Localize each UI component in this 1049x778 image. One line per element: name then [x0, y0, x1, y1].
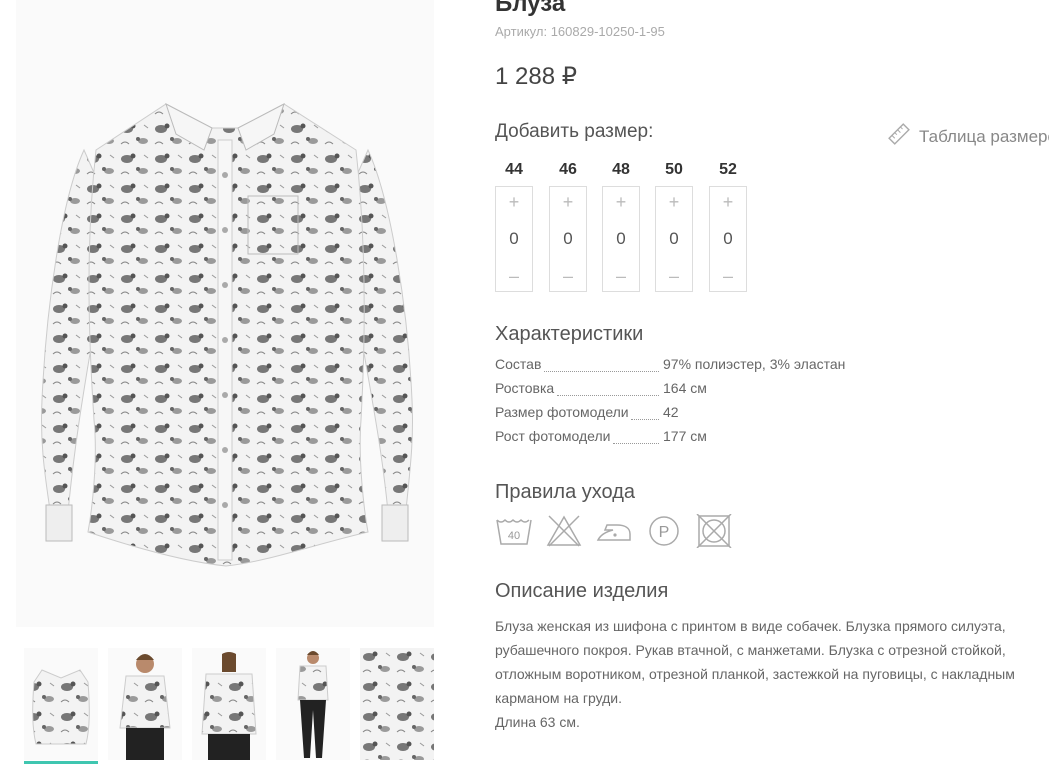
increment-button[interactable]: + — [563, 187, 574, 217]
wash-temperature: 40 — [508, 530, 520, 542]
add-size-heading: Добавить размер: — [495, 121, 654, 142]
characteristics-heading: Характеристики — [495, 323, 644, 345]
size-table-link[interactable]: Таблица размеров — [887, 122, 1049, 151]
increment-button[interactable]: + — [616, 187, 627, 217]
quantity-stepper: + 0 – — [655, 186, 693, 292]
product-sku: Артикул: 160829-10250-1-95 — [495, 24, 665, 39]
decrement-button[interactable]: – — [509, 261, 519, 291]
spec-label: Размер фотомодели — [495, 404, 631, 420]
quantity-value[interactable]: 0 — [723, 229, 732, 249]
thumbnail-4[interactable] — [276, 648, 350, 760]
increment-button[interactable]: + — [723, 187, 734, 217]
spec-row: Размер фотомодели 42 — [495, 404, 915, 428]
no-tumble-dry-icon — [695, 513, 733, 549]
size-column-50: 50 + 0 – — [655, 158, 693, 292]
size-label: 52 — [719, 161, 737, 178]
no-bleach-icon — [545, 514, 583, 548]
product-description: Блуза женская из шифона с принтом в виде… — [495, 614, 1040, 734]
decrement-button[interactable]: – — [616, 261, 626, 291]
spec-label: Состав — [495, 356, 544, 372]
quantity-stepper: + 0 – — [495, 186, 533, 292]
product-price: 1 288 ₽ — [495, 63, 577, 90]
ruler-icon — [887, 122, 911, 151]
dry-clean-p-icon: P — [645, 514, 683, 548]
dry-clean-letter: P — [659, 524, 670, 541]
spec-label: Ростовка — [495, 380, 557, 396]
increment-button[interactable]: + — [509, 187, 520, 217]
care-heading: Правила ухода — [495, 481, 636, 503]
thumbnail-5[interactable] — [360, 648, 434, 760]
spec-value: 42 — [663, 404, 679, 420]
product-title: Блуза — [495, 0, 566, 17]
description-text: Блуза женская из шифона с принтом в виде… — [495, 618, 1015, 706]
spec-row: Состав 97% полиэстер, 3% эластан — [495, 356, 915, 380]
spec-value: 97% полиэстер, 3% эластан — [663, 356, 846, 372]
description-length: Длина 63 см. — [495, 714, 580, 730]
care-icons: 40 P — [495, 513, 733, 549]
quantity-stepper: + 0 – — [549, 186, 587, 292]
size-label: 44 — [505, 161, 523, 178]
size-label: 46 — [559, 161, 577, 178]
thumbnail-1[interactable] — [24, 648, 98, 760]
thumbnail-2[interactable] — [108, 648, 182, 760]
increment-button[interactable]: + — [669, 187, 680, 217]
size-column-44: 44 + 0 – — [495, 158, 533, 292]
thumbnail-3[interactable] — [192, 648, 266, 760]
spec-value: 164 см — [663, 380, 707, 396]
quantity-value[interactable]: 0 — [669, 229, 678, 249]
active-thumbnail-indicator — [24, 761, 98, 764]
iron-low-icon — [595, 514, 633, 548]
quantity-value[interactable]: 0 — [509, 229, 518, 249]
spec-row: Рост фотомодели 177 см — [495, 428, 915, 452]
size-column-46: 46 + 0 – — [549, 158, 587, 292]
characteristics-list: Состав 97% полиэстер, 3% эластан Ростовк… — [495, 356, 915, 452]
size-column-52: 52 + 0 – — [709, 158, 747, 292]
quantity-value[interactable]: 0 — [616, 229, 625, 249]
decrement-button[interactable]: – — [669, 261, 679, 291]
main-product-image[interactable] — [16, 0, 434, 627]
size-column-48: 48 + 0 – — [602, 158, 640, 292]
wash-40-icon: 40 — [495, 514, 533, 548]
size-table-label: Таблица размеров — [919, 126, 1049, 146]
quantity-value[interactable]: 0 — [563, 229, 572, 249]
quantity-stepper: + 0 – — [602, 186, 640, 292]
description-heading: Описание изделия — [495, 580, 669, 602]
thumbnail-strip — [16, 640, 436, 765]
quantity-stepper: + 0 – — [709, 186, 747, 292]
decrement-button[interactable]: – — [723, 261, 733, 291]
spec-value: 177 см — [663, 428, 707, 444]
size-label: 50 — [665, 161, 683, 178]
spec-label: Рост фотомодели — [495, 428, 613, 444]
spec-row: Ростовка 164 см — [495, 380, 915, 404]
size-label: 48 — [612, 161, 630, 178]
decrement-button[interactable]: – — [563, 261, 573, 291]
